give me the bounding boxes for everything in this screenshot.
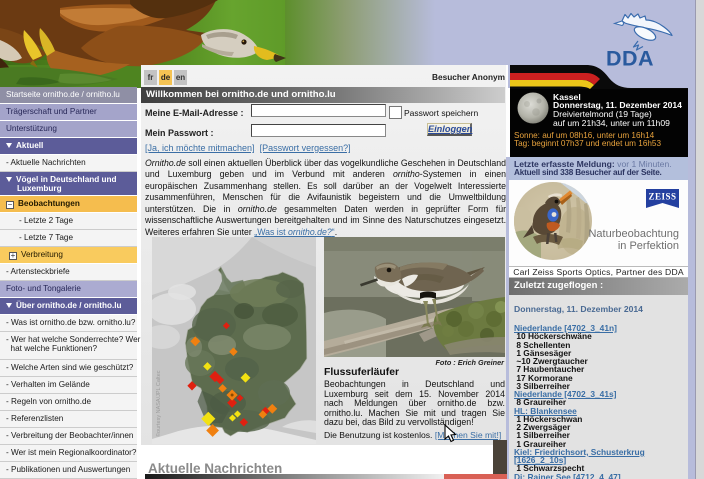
svg-text:ZEISS: ZEISS	[648, 192, 676, 202]
svg-text:©ourtesy NASA/JPL Caltec: ©ourtesy NASA/JPL Caltec	[155, 370, 162, 437]
